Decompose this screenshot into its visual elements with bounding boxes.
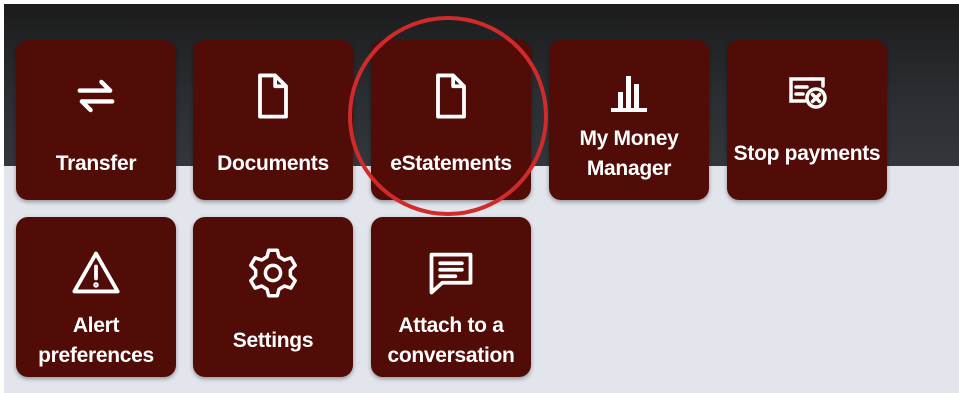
- attach-to-conversation-tile[interactable]: Attach to a conversation: [371, 217, 531, 377]
- estatements-tile[interactable]: eStatements: [371, 40, 531, 200]
- document-icon: [371, 68, 531, 124]
- stop-payments-label: Stop payments: [733, 142, 881, 165]
- stop-check-icon: [727, 64, 887, 120]
- settings-label: Settings: [232, 329, 314, 352]
- bar-chart-icon: [549, 64, 709, 120]
- my-money-manager-label: My Money Manager: [579, 127, 679, 180]
- my-money-manager-tile[interactable]: My Money Manager: [549, 40, 709, 200]
- documents-tile[interactable]: Documents: [193, 40, 353, 200]
- warning-icon: [16, 245, 176, 301]
- gear-icon: [193, 245, 353, 301]
- transfer-arrows-icon: [16, 68, 176, 124]
- alert-preferences-tile[interactable]: Alert preferences: [16, 217, 176, 377]
- transfer-tile[interactable]: Transfer: [16, 40, 176, 200]
- document-icon: [193, 68, 353, 124]
- chat-bubble-icon: [371, 245, 531, 301]
- documents-label: Documents: [217, 152, 329, 175]
- estatements-label: eStatements: [390, 152, 512, 175]
- attach-to-conversation-label: Attach to a conversation: [387, 314, 515, 367]
- stop-payments-tile[interactable]: Stop payments: [727, 40, 887, 200]
- transfer-label: Transfer: [55, 152, 137, 175]
- alert-preferences-label: Alert preferences: [38, 314, 154, 367]
- settings-tile[interactable]: Settings: [193, 217, 353, 377]
